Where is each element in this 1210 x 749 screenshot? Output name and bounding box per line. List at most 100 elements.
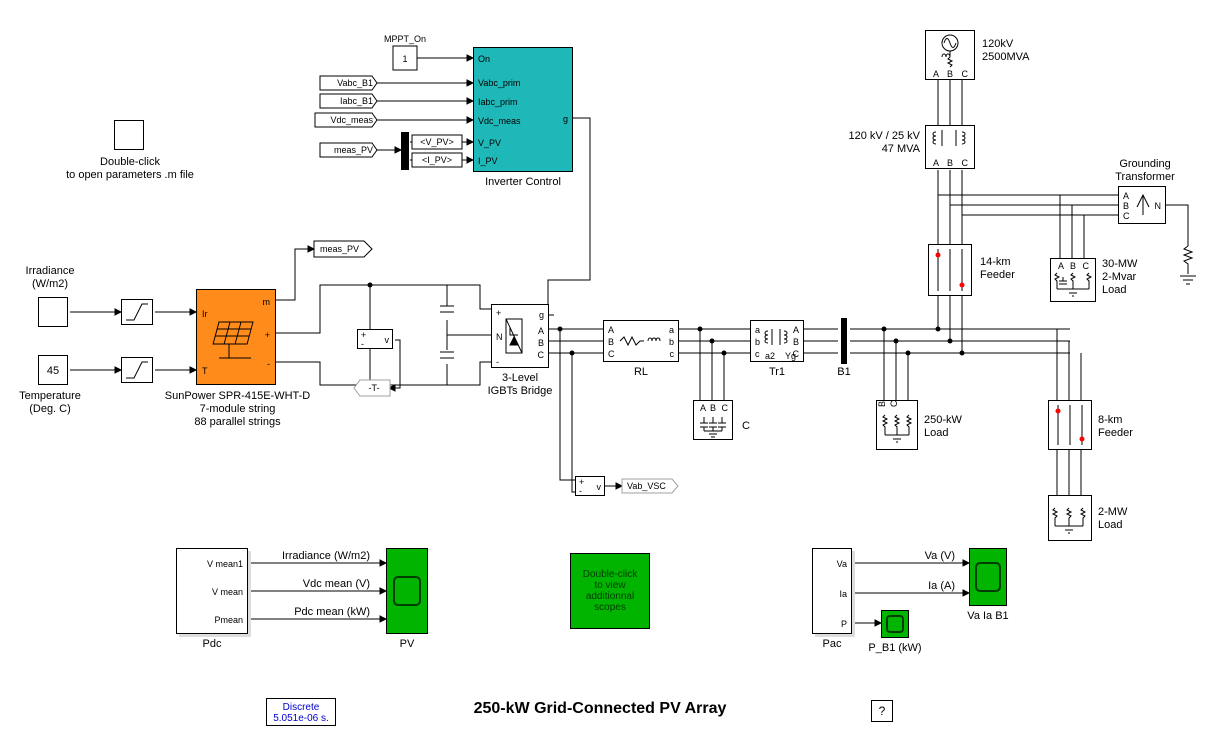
goto-vab-vsc[interactable]: Vab_VSC [622,479,678,493]
svg-text:B: B [793,337,799,347]
svg-text:-: - [496,357,499,367]
goto-t[interactable]: -T- [354,380,390,396]
svg-text:meas_PV: meas_PV [320,244,359,254]
pb1-scope-block[interactable] [881,610,909,638]
inverter-control-label: Inverter Control [473,176,573,189]
svg-text:Iabc_prim: Iabc_prim [478,97,518,107]
svg-text:Iabc_B1: Iabc_B1 [340,96,373,106]
from-vdc-meas[interactable]: Vdc_meas [315,113,377,127]
svg-text:A: A [608,325,614,335]
open-scopes-block[interactable]: Double-click to view additionnal scopes [570,553,650,629]
svg-text:C: C [889,401,899,407]
svg-text:C: C [962,69,969,79]
pb1-scope-label: P_B1 (kW) [862,642,928,655]
grid-source-v-label: 120kV [982,38,1013,51]
svg-text:B: B [947,69,953,79]
c-label: C [742,420,750,433]
mppt-constant-block[interactable]: 1 [393,46,417,70]
svg-text:<V_PV>: <V_PV> [420,137,454,147]
svg-text:Discrete: Discrete [283,702,320,713]
rl-label: RL [603,366,679,379]
rl-block[interactable]: Aa Bb Cc [603,320,679,362]
pdc-label: Pdc [176,638,248,651]
bus-selector-pv[interactable] [401,132,409,170]
svg-text:Vdc_meas: Vdc_meas [478,116,521,126]
pac-subsystem[interactable]: Va Ia P [812,548,852,634]
svg-text:v: v [597,482,602,492]
vaia-scope-label: Va Ia B1 [952,610,1024,623]
vab-vsc-voltmeter[interactable]: +-v [575,476,605,496]
svg-text:I_PV: I_PV [478,156,498,166]
load-2mw-block[interactable]: A [1048,495,1092,541]
sel-vpv: <V_PV> [412,135,462,149]
svg-text:B: B [608,337,614,347]
svg-text:Vdc_meas: Vdc_meas [330,115,373,125]
feeder-14km-block[interactable] [928,244,972,296]
from-iabc-b1[interactable]: Iabc_B1 [320,94,377,108]
from-vabc-b1[interactable]: Vabc_B1 [320,76,377,90]
help-block[interactable]: ? [871,700,893,722]
pdc-subsystem[interactable]: V mean1 V mean Pmean [176,548,248,634]
svg-text:C: C [608,349,615,359]
grounding-xfmr-block[interactable]: A B C N [1118,186,1166,224]
powergui-block[interactable]: Discrete 5.051e-06 s. [266,698,336,726]
load-30mw-label: 30-MW 2-Mvar Load [1102,258,1137,297]
inverter-control-block[interactable]: On Vabc_prim Iabc_prim Vdc_meas V_PV I_P… [473,47,573,172]
svg-text:b: b [669,337,674,347]
c-block[interactable]: A B C [693,400,733,440]
svg-text:b: b [755,337,760,347]
svg-text:V mean: V mean [212,587,243,597]
svg-text:Yg: Yg [785,351,796,361]
svg-text:-T-: -T- [369,383,380,393]
pac-va-label: Va (V) [870,550,955,563]
b1-label: B1 [826,366,862,379]
vaia-scope-block[interactable] [969,548,1007,606]
pv-scope-block[interactable] [386,548,428,634]
feeder-8km-block[interactable] [1048,400,1092,450]
pdc-sig3-label: Pdc mean (kW) [255,606,370,619]
pv-scope-label: PV [386,638,428,651]
svg-text:A: A [793,325,799,335]
grounding-xfmr-label: Grounding Transformer [1100,158,1190,184]
feeder-14km-label: 14-km Feeder [980,256,1015,282]
b1-busbar[interactable] [838,318,850,364]
svg-text:meas_PV: meas_PV [334,145,373,155]
svg-text:+: + [496,308,501,318]
svg-text:Va: Va [837,559,847,569]
grid-source-block[interactable]: ABC [925,30,975,80]
pdc-sig2-label: Vdc mean (V) [255,578,370,591]
svg-text:5.051e-06 s.: 5.051e-06 s. [273,713,329,724]
svg-text:A: A [538,326,544,336]
svg-text:<I_PV>: <I_PV> [422,155,452,165]
vdc-voltmeter[interactable]: +-v [357,329,393,349]
tr1-block[interactable]: aA bB cC a2 Yg [750,320,804,362]
svg-text:Vab_VSC: Vab_VSC [627,481,666,491]
svg-text:a2: a2 [765,351,775,361]
pac-label: Pac [812,638,852,651]
feeder-8km-label: 8-km Feeder [1098,414,1133,440]
load-30mw-block[interactable]: ABC [1050,258,1096,302]
svg-text:Pmean: Pmean [214,615,243,625]
svg-text:B: B [877,401,887,407]
svg-text:N: N [496,332,503,342]
svg-text:B: B [1123,201,1129,211]
igbt-bridge-block[interactable]: g + N - A B C [491,304,549,368]
svg-text:C: C [538,350,545,360]
sel-ipv: <I_PV> [412,153,462,167]
goto-meas-pv[interactable]: meas_PV [314,241,372,257]
svg-text:V_PV: V_PV [478,138,501,148]
svg-text:-: - [361,339,364,348]
svg-text:A: A [1123,191,1129,201]
svg-text:a: a [669,325,674,335]
grid-xfmr-block[interactable]: ABC [925,125,975,169]
mppt-on-label: MPPT_On [384,34,426,44]
svg-text:Vabc_B1: Vabc_B1 [337,78,373,88]
svg-text:B: B [1070,261,1076,271]
load-250kw-block[interactable]: A B C [876,400,918,450]
load-250kw-label: 250-kW Load [924,414,962,440]
svg-text:v: v [385,335,390,345]
from-meas-pv[interactable]: meas_PV [320,143,377,157]
grid-source-s-label: 2500MVA [982,51,1030,64]
grid-xfmr-label: 120 kV / 25 kV 47 MVA [820,130,920,156]
svg-text:C: C [722,403,729,413]
